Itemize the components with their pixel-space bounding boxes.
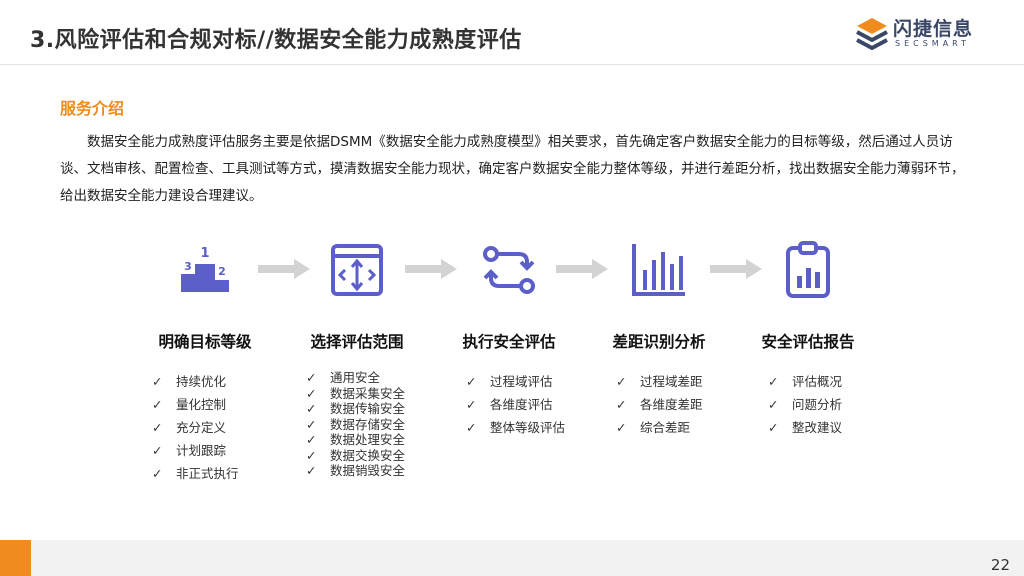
list-item: ✓ 量化控制 (152, 393, 239, 416)
check-icon: ✓ (306, 416, 317, 432)
check-icon: ✓ (466, 374, 477, 389)
arrow-right-icon (710, 259, 762, 279)
secsmart-logo-icon (856, 18, 888, 50)
slide-header: 3.风险评估和合规对标//数据安全能力成熟度评估 闪捷信息 SECSMART (0, 0, 1024, 65)
step-name: 明确目标等级 (158, 333, 252, 351)
check-icon: ✓ (306, 401, 317, 416)
flow-cycle-icon (483, 246, 535, 294)
check-icon: ✓ (152, 374, 163, 389)
list-item: ✓ 综合差距 (616, 416, 703, 439)
step-1-list: ✓ 持续优化 ✓ 量化控制 ✓ 充分定义 ✓ 计划跟踪 ✓ 非正式执行 (152, 370, 239, 485)
list-item: ✓ 过程域评估 (466, 370, 565, 393)
list-item: ✓ 数据销毁安全 (306, 463, 406, 478)
list-item: ✓ 各维度差距 (616, 393, 703, 416)
check-icon: ✓ (768, 374, 779, 389)
arrow-right-icon (556, 259, 608, 279)
check-icon: ✓ (306, 385, 317, 401)
list-item: ✓ 过程域差距 (616, 370, 703, 393)
intro-paragraph: 数据安全能力成熟度评估服务主要是依据DSMM《数据安全能力成熟度模型》相关要求，… (60, 134, 965, 204)
arrow-right-icon (258, 259, 310, 279)
step-2-list: ✓ 通用安全 ✓ 数据采集安全 ✓ 数据传输安全 ✓ 数据存储安全 ✓ 数据处理安全 ✓ 数… (306, 370, 405, 479)
clipboard-chart-icon (786, 241, 830, 298)
slide-footer: 22 (0, 540, 1024, 576)
svg-text:3: 3 (184, 260, 192, 273)
check-icon: ✓ (616, 397, 627, 412)
footer-accent (0, 540, 31, 576)
list-item: ✓ 计划跟踪 (152, 439, 239, 462)
logo-subtitle: SECSMART (895, 39, 971, 48)
list-item: ✓ 通用安全 (306, 370, 381, 385)
list-item: ✓ 充分定义 (152, 416, 239, 439)
check-icon: ✓ (768, 420, 779, 435)
check-icon: ✓ (466, 397, 477, 412)
list-item: ✓ 数据存储安全 (306, 416, 406, 432)
step-name: 差距识别分析 (612, 333, 706, 351)
step-4-list: ✓ 过程域差距 ✓ 各维度差距 ✓ 综合差距 (616, 370, 703, 439)
bar-chart-icon (632, 244, 685, 296)
logo-name: 闪捷信息 (893, 18, 974, 40)
list-item: ✓ 评估概况 (768, 370, 842, 393)
step-name: 执行安全评估 (462, 333, 556, 351)
slide-title: 3.风险评估和合规对标//数据安全能力成熟度评估 (30, 28, 522, 53)
list-item: ✓ 非正式执行 (152, 462, 239, 485)
list-item: ✓ 数据交换安全 (306, 447, 406, 463)
page-number: 22 (990, 556, 1010, 574)
list-item: ✓ 数据采集安全 (306, 385, 406, 401)
check-icon: ✓ (616, 374, 627, 389)
check-icon: ✓ (152, 443, 163, 458)
list-item: ✓ 持续优化 (152, 370, 239, 393)
step-name: 选择评估范围 (310, 333, 404, 351)
check-icon: ✓ (466, 420, 477, 435)
check-icon: ✓ (768, 397, 779, 412)
list-item: ✓ 整体等级评估 (466, 416, 565, 439)
list-item: ✓ 问题分析 (768, 393, 842, 416)
check-icon: ✓ (306, 370, 317, 385)
scope-window-icon (331, 244, 383, 296)
svg-text:2: 2 (218, 265, 226, 278)
svg-text:1: 1 (200, 246, 209, 261)
check-icon: ✓ (616, 420, 627, 435)
podium-icon: 1 2 3 (181, 246, 229, 292)
check-icon: ✓ (306, 463, 317, 478)
step-3-list: ✓ 过程域评估 ✓ 各维度评估 ✓ 整体等级评估 (466, 370, 565, 439)
arrow-right-icon (405, 259, 457, 279)
check-icon: ✓ (152, 420, 163, 435)
check-icon: ✓ (306, 447, 317, 463)
check-icon: ✓ (152, 466, 163, 481)
list-item: ✓ 数据传输安全 (306, 401, 406, 416)
step-name: 安全评估报告 (761, 333, 855, 351)
check-icon: ✓ (306, 432, 317, 447)
section-title: 服务介绍 (60, 99, 125, 118)
list-item: ✓ 整改建议 (768, 416, 842, 439)
company-logo: 闪捷信息 SECSMART (855, 14, 1005, 54)
list-item: ✓ 各维度评估 (466, 393, 565, 416)
step-5-list: ✓ 评估概况 ✓ 问题分析 ✓ 整改建议 (768, 370, 842, 439)
list-item: ✓ 数据处理安全 (306, 432, 406, 447)
check-icon: ✓ (152, 397, 163, 412)
